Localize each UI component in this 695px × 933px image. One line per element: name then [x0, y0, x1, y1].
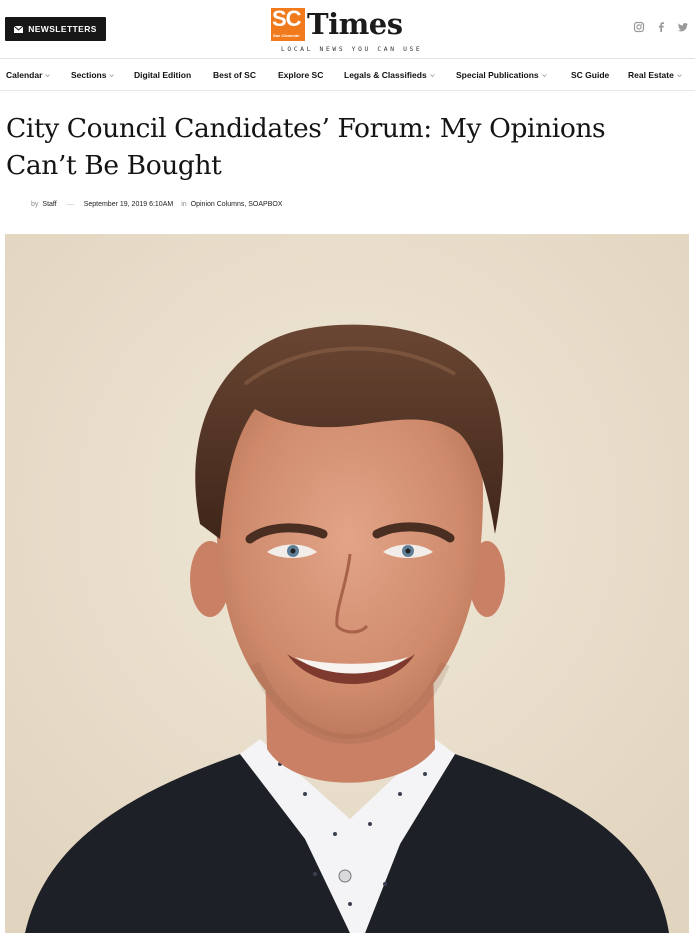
nav-label: SC Guide	[571, 70, 610, 80]
site-header: NEWSLETTERS SC San Clemente Times LOCAL …	[0, 0, 695, 58]
publish-date: September 19, 2019 6:10AM	[83, 201, 174, 208]
nav-label: Special Publications	[456, 70, 539, 80]
newsletters-label: NEWSLETTERS	[28, 24, 97, 34]
chevron-down-icon	[109, 73, 115, 78]
newsletters-button[interactable]: NEWSLETTERS	[5, 17, 106, 41]
nav-item-best-of-sc[interactable]: Best of SC	[213, 70, 256, 80]
nav-item-sc-guide[interactable]: SC Guide	[571, 70, 609, 80]
nav-item-special-publications[interactable]: Special Publications	[456, 70, 547, 80]
logo-tagline: LOCAL NEWS YOU CAN USE	[281, 46, 423, 53]
nav-label: Sections	[71, 70, 107, 80]
chevron-down-icon	[429, 73, 435, 78]
logo-times-text: Times	[307, 7, 403, 41]
nav-item-real-estate[interactable]: Real Estate	[628, 70, 682, 80]
nav-label: Legals & Classifieds	[344, 70, 427, 80]
category-prefix: in	[181, 201, 187, 208]
nav-label: Explore SC	[278, 70, 324, 80]
main-nav: Calendar Sections Digital Edition Best o…	[0, 59, 695, 90]
byline-prefix: by	[31, 201, 39, 208]
nav-item-explore-sc[interactable]: Explore SC	[278, 70, 323, 80]
instagram-icon[interactable]	[633, 21, 645, 33]
nav-label: Calendar	[6, 70, 43, 80]
envelope-icon	[14, 25, 24, 33]
article-title-line-1: City Council Candidates’ Forum: My Opini…	[6, 113, 606, 144]
twitter-icon[interactable]	[677, 21, 689, 33]
article-title-line-2: Can’t Be Bought	[6, 150, 222, 181]
article-meta: by Staff — September 19, 2019 6:10AM in …	[31, 201, 282, 208]
nav-divider	[0, 90, 695, 91]
nav-item-digital-edition[interactable]: Digital Edition	[134, 70, 191, 80]
site-logo[interactable]: SC San Clemente Times LOCAL NEWS YOU CAN…	[271, 4, 423, 56]
logo-sc-text: SC	[272, 6, 302, 31]
category-links[interactable]: Opinion Columns, SOAPBOX	[191, 201, 283, 208]
logo-sc-mark: SC San Clemente	[271, 6, 305, 41]
chevron-down-icon	[677, 73, 682, 78]
meta-separator: —	[66, 201, 74, 208]
nav-item-sections[interactable]: Sections	[71, 70, 115, 80]
nav-item-legals-classifieds[interactable]: Legals & Classifieds	[344, 70, 435, 80]
nav-label: Digital Edition	[134, 70, 192, 80]
nav-item-calendar[interactable]: Calendar	[6, 70, 51, 80]
facebook-icon[interactable]	[655, 21, 667, 33]
featured-image	[5, 234, 689, 933]
article-title: City Council Candidates’ Forum: My Opini…	[6, 110, 676, 184]
chevron-down-icon	[541, 73, 547, 78]
logo-sc-small: San Clemente	[273, 33, 300, 38]
author-link[interactable]: Staff	[42, 201, 56, 208]
nav-label: Real Estate	[628, 70, 674, 80]
nav-label: Best of SC	[213, 70, 256, 80]
chevron-down-icon	[45, 73, 51, 78]
social-links	[633, 21, 689, 33]
